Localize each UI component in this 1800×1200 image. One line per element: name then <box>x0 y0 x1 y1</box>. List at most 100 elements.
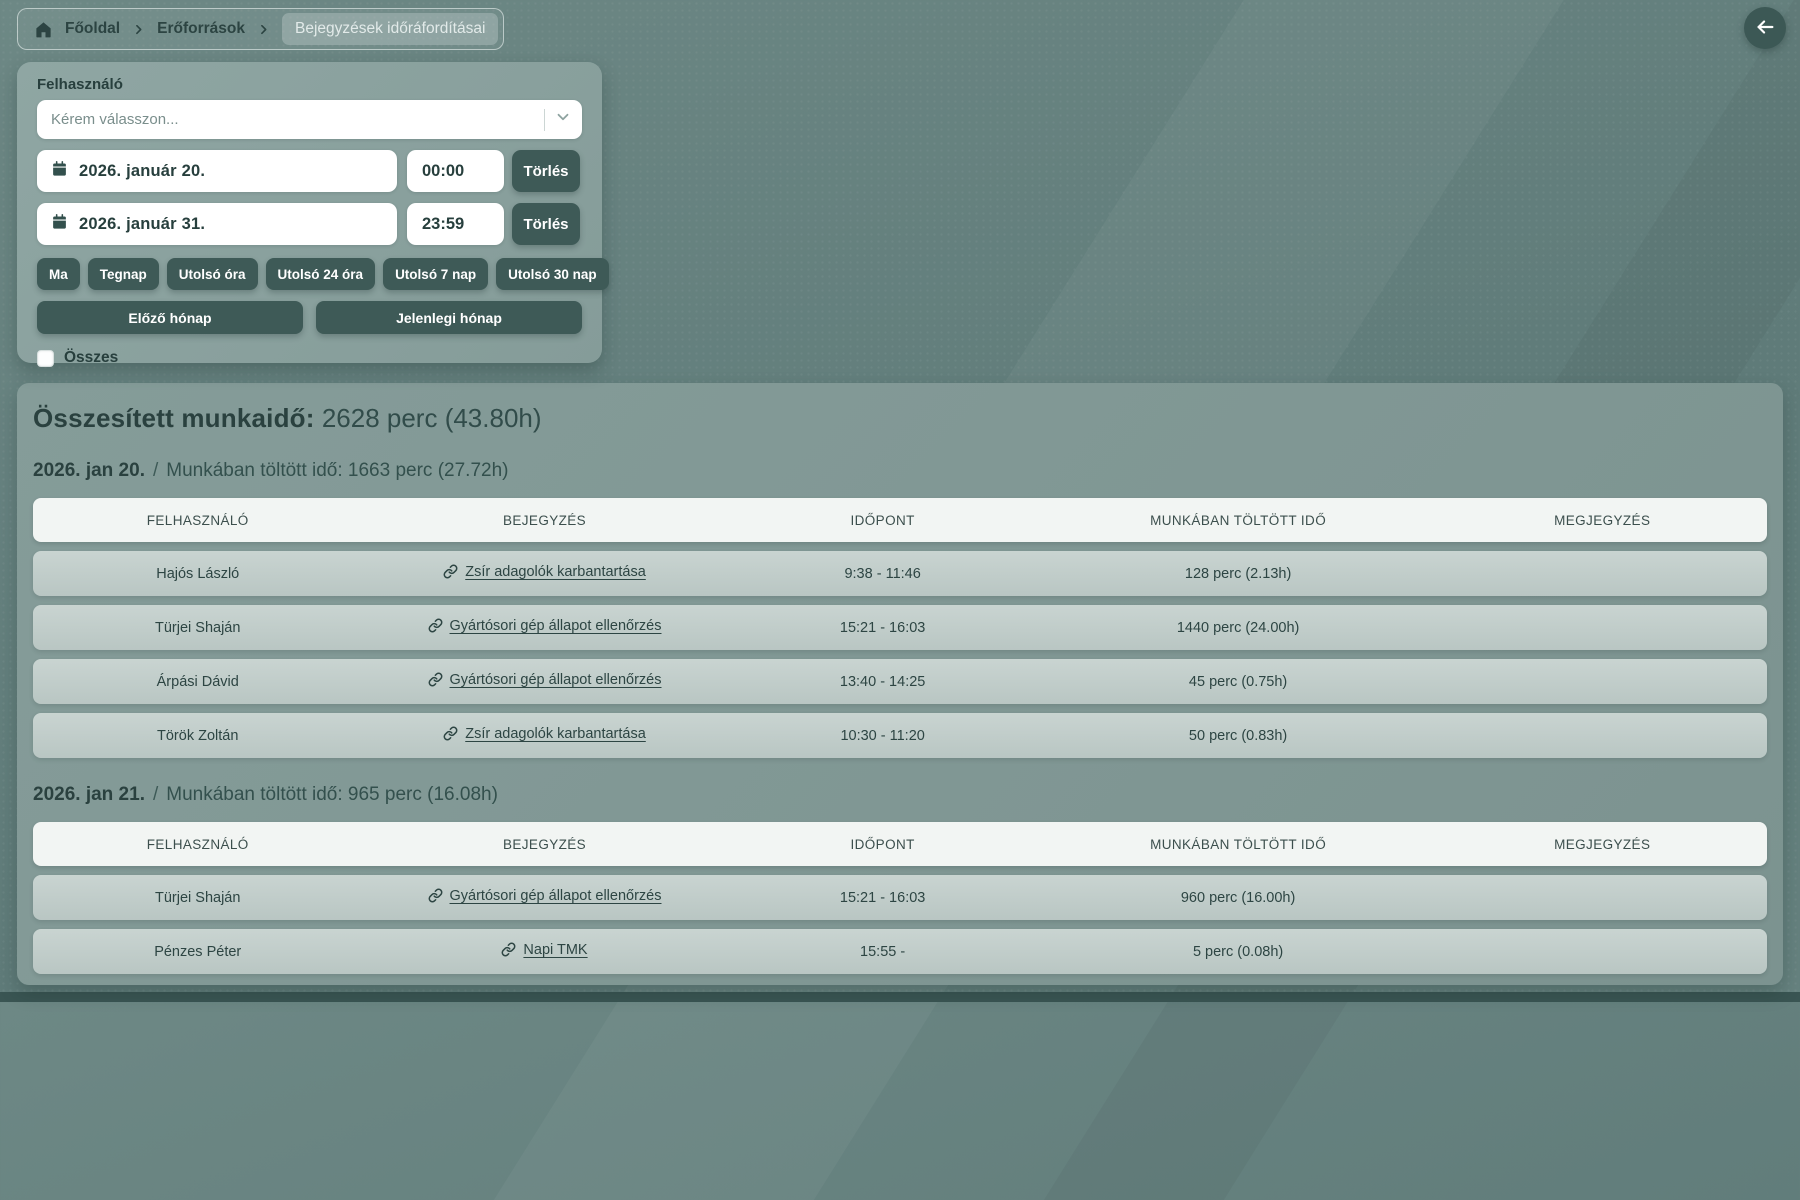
column-header-user: FELHASZNÁLÓ <box>33 837 362 852</box>
total-worktime-summary: Összesített munkaidő: 2628 perc (43.80h) <box>33 403 1767 434</box>
table-header-row: FELHASZNÁLÓ BEJEGYZÉS IDŐPONT MUNKÁBAN T… <box>33 822 1767 866</box>
cell-user: Pénzes Péter <box>33 944 362 960</box>
previous-month-button[interactable]: Előző hónap <box>37 301 303 334</box>
cell-duration: 50 perc (0.83h) <box>1039 728 1438 744</box>
quick-button-utolso-30-nap[interactable]: Utolsó 30 nap <box>496 258 609 290</box>
cell-user: Hajós László <box>33 566 362 582</box>
cell-duration: 45 perc (0.75h) <box>1039 674 1438 690</box>
entry-link-label: Gyártósori gép állapot ellenőrzés <box>450 888 662 904</box>
entry-link-label: Napi TMK <box>523 942 587 958</box>
breadcrumb-item-fooldal[interactable]: Főoldal <box>65 20 120 38</box>
results-panel: Összesített munkaidő: 2628 perc (43.80h)… <box>17 383 1783 985</box>
table-header-row: FELHASZNÁLÓ BEJEGYZÉS IDŐPONT MUNKÁBAN T… <box>33 498 1767 542</box>
entry-link[interactable]: Zsír adagolók karbantartása <box>443 564 646 580</box>
clear-from-button[interactable]: Törlés <box>512 150 580 192</box>
column-header-time: IDŐPONT <box>727 513 1039 528</box>
cell-duration: 1440 perc (24.00h) <box>1039 620 1438 636</box>
entry-link[interactable]: Gyártósori gép állapot ellenőrzés <box>428 672 662 688</box>
breadcrumb-item-eroforrasok[interactable]: Erőforrások <box>157 20 245 38</box>
column-header-entry: BEJEGYZÉS <box>362 513 726 528</box>
day-section-header: 2026. jan 20. / Munkában töltött idő: 16… <box>33 460 1767 482</box>
clear-to-button[interactable]: Törlés <box>512 203 580 245</box>
arrow-left-icon <box>1754 16 1776 41</box>
date-from-input[interactable]: 2026. január 20. <box>37 150 397 192</box>
day-separator: / <box>153 460 158 482</box>
current-month-button[interactable]: Jelenlegi hónap <box>316 301 582 334</box>
day-worked-time: Munkában töltött idő: 1663 perc (27.72h) <box>166 460 508 482</box>
user-select[interactable]: Kérem válasszon... <box>37 100 582 139</box>
entry-link-label: Gyártósori gép állapot ellenőrzés <box>450 672 662 688</box>
total-worktime-label: Összesített munkaidő: <box>33 403 315 433</box>
quick-button-tegnap[interactable]: Tegnap <box>88 258 159 290</box>
cell-user: Türjei Shaján <box>33 890 362 906</box>
breadcrumb-item-current: Bejegyzések időráfordításai <box>282 13 498 45</box>
table-row: Hajós László Zsír adagolók karbantartása… <box>33 551 1767 596</box>
cell-duration: 128 perc (2.13h) <box>1039 566 1438 582</box>
cell-user: Türjei Shaján <box>33 620 362 636</box>
table-row: Türjei Shaján Gyártósori gép állapot ell… <box>33 875 1767 920</box>
column-header-note: MEGJEGYZÉS <box>1438 513 1767 528</box>
day-date: 2026. jan 20. <box>33 460 145 482</box>
entry-link-label: Zsír adagolók karbantartása <box>465 564 646 580</box>
cell-duration: 960 perc (16.00h) <box>1039 890 1438 906</box>
time-to-input[interactable]: 23:59 <box>407 203 504 245</box>
cell-user: Árpási Dávid <box>33 674 362 690</box>
table-row: Pénzes Péter Napi TMK 15:55 - 5 perc (0.… <box>33 929 1767 974</box>
total-worktime-value: 2628 perc (43.80h) <box>322 403 542 433</box>
table-row: Árpási Dávid Gyártósori gép állapot elle… <box>33 659 1767 704</box>
day-date: 2026. jan 21. <box>33 784 145 806</box>
table-row: Türjei Shaján Gyártósori gép állapot ell… <box>33 605 1767 650</box>
day-worked-time: Munkában töltött idő: 965 perc (16.08h) <box>166 784 498 806</box>
date-to-input[interactable]: 2026. január 31. <box>37 203 397 245</box>
cell-duration: 5 perc (0.08h) <box>1039 944 1438 960</box>
cell-time: 10:30 - 11:20 <box>727 728 1039 744</box>
column-header-entry: BEJEGYZÉS <box>362 837 726 852</box>
chevron-down-icon[interactable] <box>554 108 572 131</box>
cell-time: 13:40 - 14:25 <box>727 674 1039 690</box>
entry-link[interactable]: Napi TMK <box>501 942 587 958</box>
quick-button-utolso-7-nap[interactable]: Utolsó 7 nap <box>383 258 488 290</box>
time-from-input[interactable]: 00:00 <box>407 150 504 192</box>
select-divider <box>544 109 545 131</box>
day-section-header: 2026. jan 21. / Munkában töltött idő: 96… <box>33 784 1767 806</box>
user-select-placeholder: Kérem válasszon... <box>51 111 544 128</box>
table-row: Török Zoltán Zsír adagolók karbantartása… <box>33 713 1767 758</box>
bottom-panel-edge <box>0 992 1800 1002</box>
entries-table-day1: FELHASZNÁLÓ BEJEGYZÉS IDŐPONT MUNKÁBAN T… <box>33 498 1767 758</box>
quick-button-utolso-ora[interactable]: Utolsó óra <box>167 258 258 290</box>
cell-time: 15:55 - <box>727 944 1039 960</box>
column-header-user: FELHASZNÁLÓ <box>33 513 362 528</box>
quick-range-buttons: Ma Tegnap Utolsó óra Utolsó 24 óra Utols… <box>37 258 582 290</box>
date-from-row: 2026. január 20. 00:00 Törlés <box>37 150 582 192</box>
month-buttons: Előző hónap Jelenlegi hónap <box>37 301 582 334</box>
cell-time: 9:38 - 11:46 <box>727 566 1039 582</box>
breadcrumb: Főoldal Erőforrások Bejegyzések időráfor… <box>17 8 504 50</box>
user-select-label: Felhasználó <box>37 76 582 93</box>
back-button[interactable] <box>1744 7 1786 49</box>
chevron-right-icon <box>257 23 270 36</box>
all-checkbox[interactable] <box>37 350 54 367</box>
column-header-note: MEGJEGYZÉS <box>1438 837 1767 852</box>
entry-link[interactable]: Zsír adagolók karbantartása <box>443 726 646 742</box>
home-icon[interactable] <box>34 20 53 39</box>
quick-button-utolso-24-ora[interactable]: Utolsó 24 óra <box>266 258 376 290</box>
cell-user: Török Zoltán <box>33 728 362 744</box>
calendar-icon <box>51 213 68 235</box>
entries-table-day2: FELHASZNÁLÓ BEJEGYZÉS IDŐPONT MUNKÁBAN T… <box>33 822 1767 974</box>
cell-time: 15:21 - 16:03 <box>727 890 1039 906</box>
entry-link-label: Gyártósori gép állapot ellenőrzés <box>450 618 662 634</box>
chevron-right-icon <box>132 23 145 36</box>
quick-button-ma[interactable]: Ma <box>37 258 80 290</box>
cell-time: 15:21 - 16:03 <box>727 620 1039 636</box>
column-header-duration: MUNKÁBAN TÖLTÖTT IDŐ <box>1039 513 1438 528</box>
all-checkbox-row[interactable]: Összes <box>37 349 582 367</box>
entry-link[interactable]: Gyártósori gép állapot ellenőrzés <box>428 888 662 904</box>
day-separator: / <box>153 784 158 806</box>
entry-link[interactable]: Gyártósori gép állapot ellenőrzés <box>428 618 662 634</box>
date-to-row: 2026. január 31. 23:59 Törlés <box>37 203 582 245</box>
date-to-value: 2026. január 31. <box>79 215 205 234</box>
all-checkbox-label: Összes <box>64 349 118 367</box>
column-header-time: IDŐPONT <box>727 837 1039 852</box>
column-header-duration: MUNKÁBAN TÖLTÖTT IDŐ <box>1039 837 1438 852</box>
calendar-icon <box>51 160 68 182</box>
